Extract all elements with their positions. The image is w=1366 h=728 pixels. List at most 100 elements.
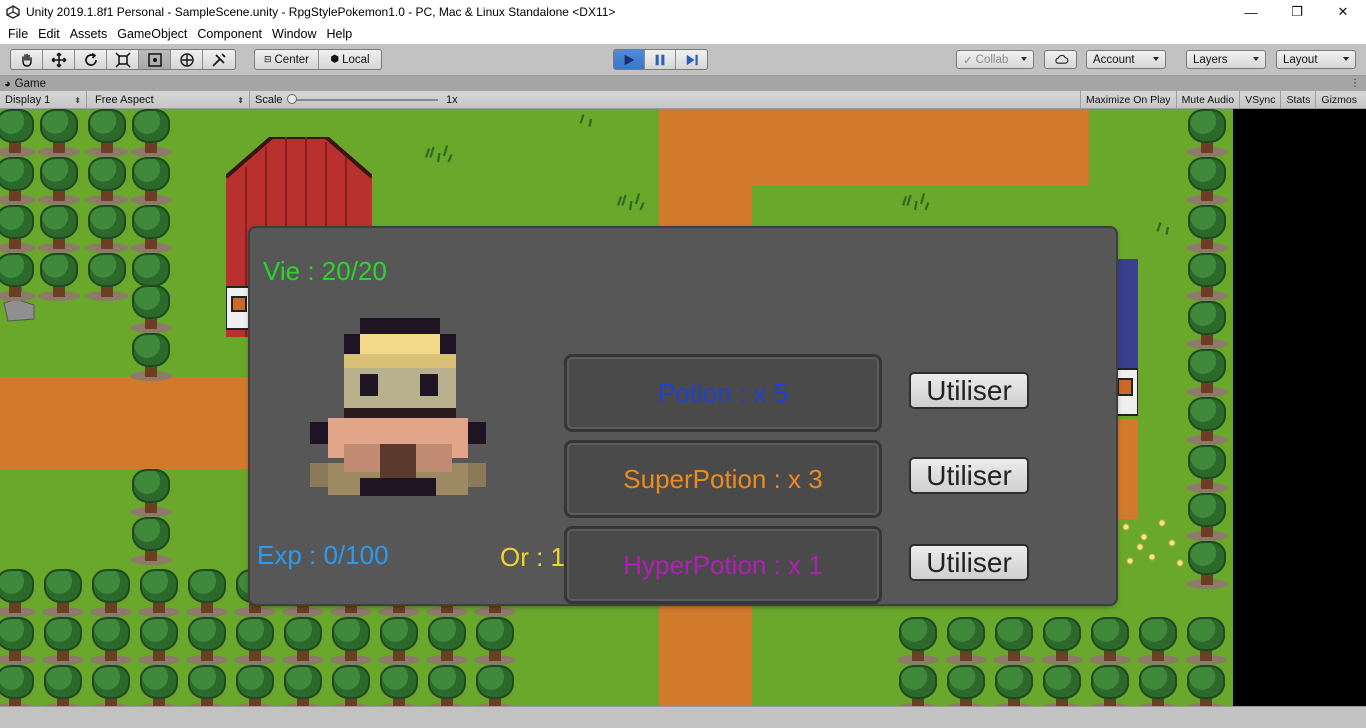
chevron-down-icon — [1153, 57, 1159, 61]
menu-window[interactable]: Window — [267, 27, 321, 41]
menu-file[interactable]: File — [3, 27, 33, 41]
window-title: Unity 2019.1.8f1 Personal - SampleScene.… — [26, 5, 616, 19]
pivot-icon: ⊟ — [263, 54, 272, 64]
tree — [328, 617, 374, 665]
maximize-on-play-toggle[interactable]: Maximize On Play — [1079, 91, 1176, 109]
layout-dropdown[interactable]: Layout — [1276, 50, 1356, 69]
tree — [88, 569, 134, 617]
rect-tool-button[interactable] — [139, 50, 171, 69]
grass-tuft — [579, 114, 593, 127]
tree — [1184, 397, 1230, 445]
use-hyperpotion-button[interactable]: Utiliser — [909, 544, 1029, 581]
tree — [128, 469, 174, 517]
game-viewport[interactable]: Vie : 20/20 Exp : 0/100 Or : 100 Potion … — [0, 109, 1366, 706]
pause-button[interactable] — [645, 50, 676, 69]
tree — [424, 617, 470, 665]
tree — [232, 617, 278, 665]
tree — [0, 617, 38, 665]
layout-label: Layout — [1283, 53, 1318, 66]
menu-bar: File Edit Assets GameObject Component Wi… — [0, 24, 1366, 44]
chevron-down-icon — [1021, 57, 1027, 61]
scale-slider-track[interactable] — [290, 99, 438, 101]
tree — [991, 617, 1037, 665]
cloud-button[interactable] — [1044, 50, 1077, 69]
hand-tool-button[interactable] — [11, 50, 43, 69]
vsync-toggle[interactable]: VSync — [1239, 91, 1280, 109]
chevron-down-icon — [1253, 57, 1259, 61]
cube-icon: ⬢ — [330, 54, 340, 65]
check-icon: ✓ — [963, 54, 973, 67]
grass-tuft — [1156, 222, 1170, 235]
menu-edit[interactable]: Edit — [33, 27, 65, 41]
window-controls: — ❐ ✕ — [1228, 0, 1366, 24]
tree — [88, 665, 134, 706]
tree — [424, 665, 470, 706]
tree — [895, 665, 941, 706]
status-bar — [0, 706, 1366, 728]
tree — [0, 665, 38, 706]
tree — [0, 253, 38, 301]
tree — [1184, 109, 1230, 157]
maximize-button[interactable]: ❐ — [1274, 0, 1320, 24]
tab-game[interactable]: ◕ Game — [4, 76, 46, 91]
minimize-button[interactable]: — — [1228, 0, 1274, 24]
tree — [328, 665, 374, 706]
scale-tool-button[interactable] — [107, 50, 139, 69]
display-dropdown[interactable]: Display 1 ⬍ — [0, 91, 87, 109]
unity-logo-icon — [6, 5, 20, 19]
tree — [472, 665, 518, 706]
tree — [0, 569, 38, 617]
custom-tool-button[interactable] — [203, 50, 235, 69]
pivot-center-toggle[interactable]: ⊟ Center — [255, 50, 319, 69]
tree — [1039, 617, 1085, 665]
move-tool-button[interactable] — [43, 50, 75, 69]
gizmos-dropdown[interactable]: Gizmos — [1315, 91, 1362, 109]
grass-tuft — [424, 145, 453, 163]
tree — [84, 157, 130, 205]
menu-gameobject[interactable]: GameObject — [112, 27, 192, 41]
item-superpotion-label: SuperPotion : x 3 — [623, 463, 823, 494]
tree — [136, 665, 182, 706]
tree — [84, 109, 130, 157]
tree — [136, 617, 182, 665]
menu-assets[interactable]: Assets — [65, 27, 113, 41]
scale-slider-handle[interactable] — [287, 94, 297, 104]
tree — [943, 617, 989, 665]
tree — [184, 665, 230, 706]
account-dropdown[interactable]: Account — [1086, 50, 1166, 69]
tree — [1184, 205, 1230, 253]
step-button[interactable] — [676, 50, 707, 69]
menu-help[interactable]: Help — [321, 27, 357, 41]
tree — [128, 333, 174, 381]
play-button[interactable] — [614, 50, 645, 69]
use-superpotion-button[interactable]: Utiliser — [909, 457, 1029, 494]
close-button[interactable]: ✕ — [1320, 0, 1366, 24]
transform-tool-button[interactable] — [171, 50, 203, 69]
collab-dropdown[interactable]: ✓ Collab — [956, 50, 1034, 69]
move-icon — [51, 52, 66, 67]
tab-game-label: Game — [14, 77, 46, 90]
tab-options-icon[interactable]: ⋮ — [1350, 78, 1360, 89]
item-slot-potion: Potion : x 5 — [564, 354, 882, 432]
mute-audio-toggle[interactable]: Mute Audio — [1175, 91, 1240, 109]
tree — [184, 569, 230, 617]
tree — [40, 665, 86, 706]
tree — [991, 665, 1037, 706]
menu-component[interactable]: Component — [192, 27, 267, 41]
tree — [40, 569, 86, 617]
game-view-toolbar: Display 1 ⬍ Free Aspect ⬍ Scale 1x Maxim… — [0, 91, 1366, 109]
tree — [1087, 617, 1133, 665]
aspect-dropdown[interactable]: Free Aspect ⬍ — [90, 91, 250, 109]
tree — [136, 569, 182, 617]
play-icon — [624, 54, 635, 65]
rotate-icon — [84, 52, 97, 66]
space-label: Local — [342, 53, 370, 66]
tree — [1184, 349, 1230, 397]
rotate-tool-button[interactable] — [75, 50, 107, 69]
aspect-label: Free Aspect — [95, 94, 154, 106]
tree — [1184, 493, 1230, 541]
layers-dropdown[interactable]: Layers — [1186, 50, 1266, 69]
space-local-toggle[interactable]: ⬢ Local — [319, 50, 381, 69]
stats-toggle[interactable]: Stats — [1280, 91, 1315, 109]
use-potion-button[interactable]: Utiliser — [909, 372, 1029, 409]
